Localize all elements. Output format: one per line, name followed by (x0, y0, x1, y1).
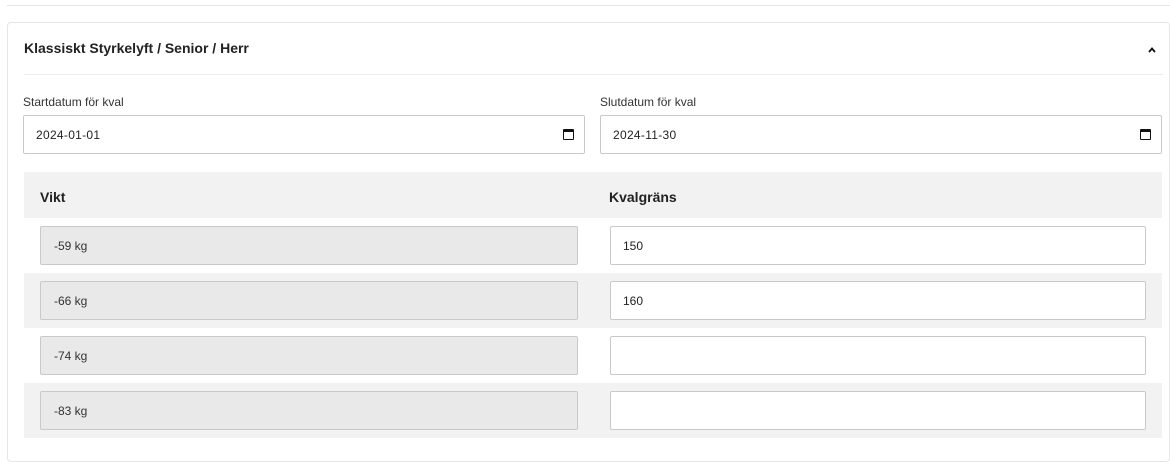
weight-cell: -66 kg (40, 281, 578, 320)
start-date-value: 2024-01-01 (36, 128, 101, 142)
weight-value: -59 kg (54, 239, 88, 253)
weight-cell: -83 kg (40, 391, 578, 430)
end-date-value: 2024-11-30 (613, 128, 677, 142)
table-header: Vikt Kvalgräns (24, 172, 1162, 218)
table-row: -74 kg (24, 328, 1162, 383)
calendar-icon[interactable] (1140, 129, 1151, 140)
limit-input[interactable] (610, 281, 1146, 320)
limit-input[interactable] (610, 336, 1146, 375)
weight-value: -83 kg (54, 404, 88, 418)
start-date-input[interactable]: 2024-01-01 (23, 115, 585, 154)
card-header[interactable]: Klassiskt Styrkelyft / Senior / Herr (24, 23, 1163, 75)
weight-value: -74 kg (54, 349, 88, 363)
table-row: -59 kg (24, 218, 1162, 273)
previous-card-bottom (7, 0, 1170, 6)
weight-value: -66 kg (54, 294, 88, 308)
table-row: -66 kg (24, 273, 1162, 328)
table-row: -83 kg (24, 383, 1162, 438)
limit-input[interactable] (610, 391, 1146, 430)
weight-column-header: Vikt (40, 189, 66, 205)
end-date-input[interactable]: 2024-11-30 (600, 115, 1162, 154)
qualification-table: Vikt Kvalgräns -59 kg -66 kg -74 kg -83 … (24, 172, 1162, 442)
card-title: Klassiskt Styrkelyft / Senior / Herr (24, 40, 249, 56)
limit-column-header: Kvalgräns (609, 189, 677, 205)
start-date-label: Startdatum för kval (23, 95, 124, 109)
weight-cell: -59 kg (40, 226, 578, 265)
limit-input[interactable] (610, 226, 1146, 265)
weight-cell: -74 kg (40, 336, 578, 375)
chevron-up-icon[interactable] (1141, 39, 1163, 61)
end-date-label: Slutdatum för kval (600, 95, 697, 109)
calendar-icon[interactable] (563, 129, 574, 140)
